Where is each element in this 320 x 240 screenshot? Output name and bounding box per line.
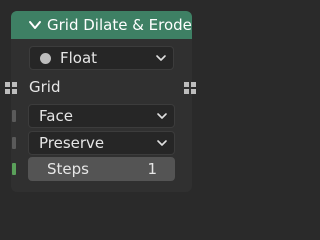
data-type-dropdown[interactable]: Float (29, 46, 174, 70)
chevron-down-icon (157, 113, 167, 119)
grid-dilate-erode-node[interactable]: Grid Dilate & Erode Float Grid Face Pres… (11, 11, 192, 192)
dot-icon (40, 53, 51, 64)
data-type-label: Float (60, 49, 98, 67)
grid-output-label: Grid (29, 78, 61, 96)
collapse-chevron-icon[interactable] (27, 17, 43, 33)
connectivity-socket-icon[interactable] (12, 110, 16, 122)
tiling-dropdown[interactable]: Preserve (28, 131, 175, 155)
node-header[interactable]: Grid Dilate & Erode (11, 11, 192, 39)
steps-value: 1 (147, 160, 157, 178)
chevron-down-icon (156, 55, 166, 61)
steps-socket-icon[interactable] (12, 163, 16, 175)
grid-output-socket-icon[interactable] (184, 82, 196, 94)
node-title: Grid Dilate & Erode (47, 16, 192, 34)
tiling-label: Preserve (39, 134, 105, 152)
tiling-socket-icon[interactable] (12, 137, 16, 149)
chevron-down-icon (157, 140, 167, 146)
connectivity-dropdown[interactable]: Face (28, 104, 175, 128)
steps-label: Steps (47, 160, 89, 178)
grid-input-socket-icon[interactable] (5, 82, 17, 94)
connectivity-label: Face (39, 107, 73, 125)
steps-field[interactable]: Steps 1 (28, 157, 175, 181)
